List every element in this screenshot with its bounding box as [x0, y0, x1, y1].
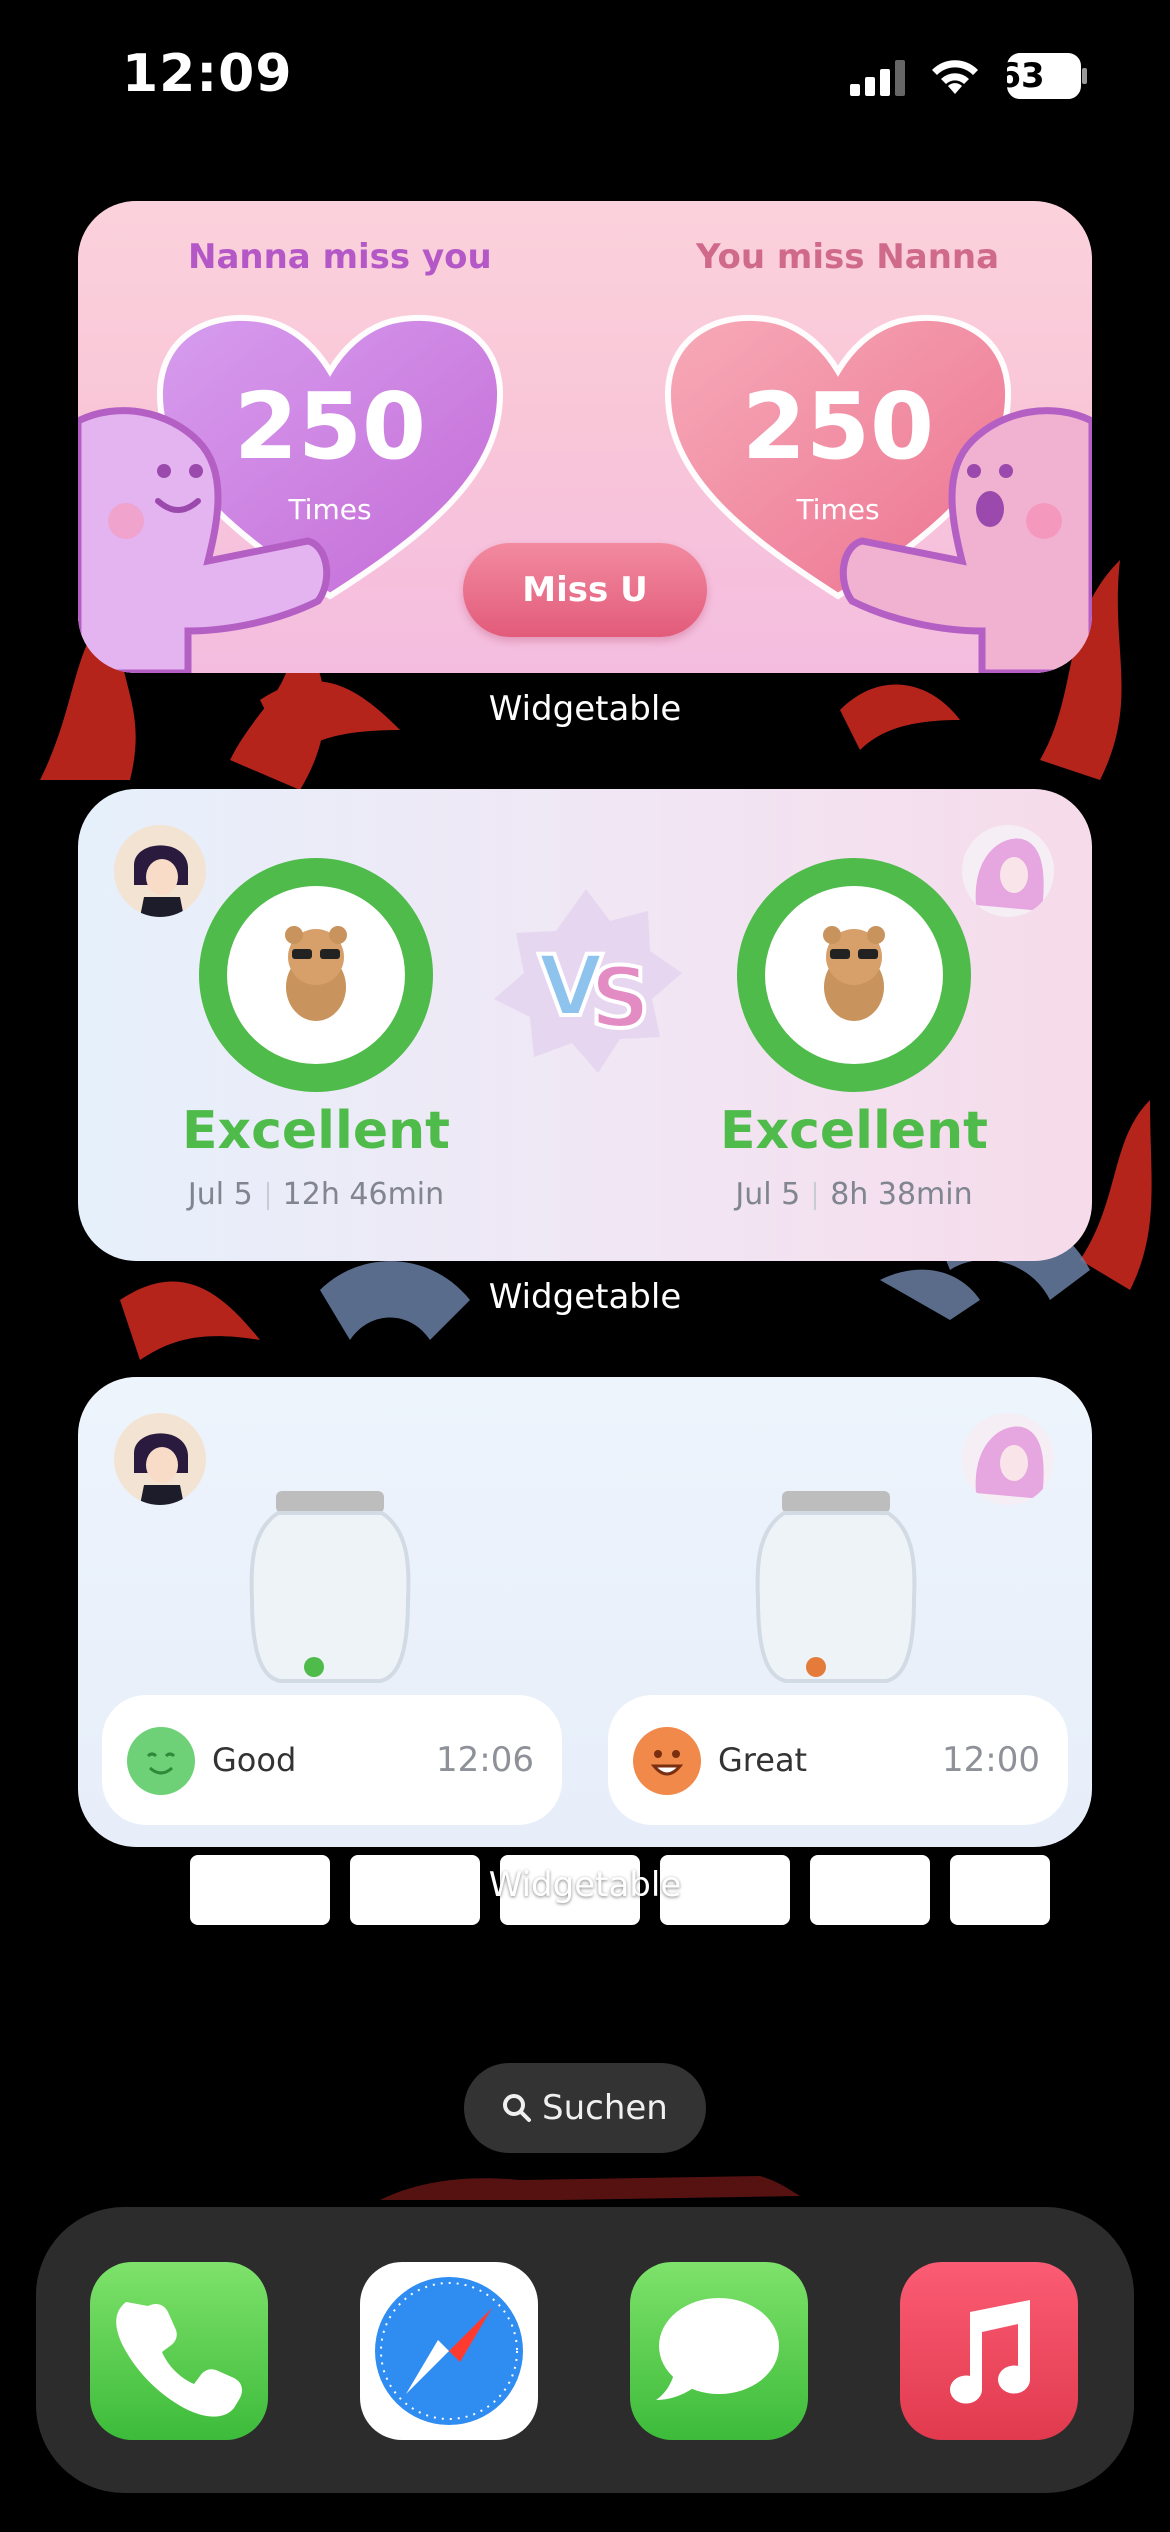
left-date: Jul 5 — [187, 1177, 253, 1212]
music-note-icon — [950, 2300, 1030, 2404]
left-unit: Times — [288, 493, 372, 526]
vs-s: S — [590, 949, 651, 1047]
left-duration: 12h 46min — [282, 1177, 445, 1212]
avatar-right[interactable] — [962, 1413, 1054, 1505]
divider — [266, 1181, 269, 1210]
sleep-ring-right — [737, 858, 971, 1092]
vs-badge: V S — [494, 889, 682, 1073]
left-count: 250 — [233, 373, 427, 480]
phone-icon — [116, 2302, 242, 2417]
left-sleep-meta: Jul 5 12h 46min — [146, 1177, 486, 1212]
dock-app-messages[interactable] — [630, 2262, 808, 2440]
left-title: Nanna miss you — [188, 237, 492, 277]
status-bar: 12:09 63 — [0, 0, 1170, 150]
cellular-signal-icon — [850, 60, 905, 96]
jar-left — [249, 1491, 411, 1683]
smile-emoji-icon — [127, 1727, 195, 1795]
dock-app-phone[interactable] — [90, 2262, 268, 2440]
avatar-left[interactable] — [114, 1413, 206, 1505]
dock — [36, 2207, 1134, 2493]
widget-app-label: Widgetable — [488, 1865, 682, 1905]
miss-you-widget[interactable]: Nanna miss you You miss Nanna 250 Times … — [78, 201, 1092, 673]
search-label: Suchen — [542, 2088, 668, 2128]
right-rating: Excellent — [720, 1101, 988, 1161]
mood-card-right[interactable]: Great 12:00 — [608, 1695, 1068, 1825]
status-icons: 63 — [850, 52, 1090, 102]
mood-label-left: Good — [212, 1741, 297, 1779]
bear-icon — [285, 926, 347, 1021]
mood-ball-left — [304, 1657, 324, 1677]
grin-emoji-icon — [633, 1727, 701, 1795]
divider — [814, 1181, 817, 1210]
avatar-left[interactable] — [114, 825, 206, 917]
right-count: 250 — [741, 373, 935, 480]
search-icon — [503, 2094, 531, 2122]
sleep-compare-widget[interactable]: V S Excellent Jul 5 12h 46min Excellent J… — [78, 789, 1092, 1261]
bear-icon — [823, 926, 885, 1021]
right-title: You miss Nanna — [696, 237, 1000, 277]
right-sleep-meta: Jul 5 8h 38min — [684, 1177, 1024, 1212]
spotlight-search-button[interactable]: Suchen — [464, 2063, 706, 2153]
dock-app-safari[interactable] — [360, 2262, 538, 2440]
message-bubble-icon — [656, 2298, 779, 2400]
mood-time-left: 12:06 — [436, 1740, 534, 1780]
safari-compass-icon — [375, 2277, 523, 2425]
mood-label-right: Great — [718, 1741, 808, 1779]
avatar-right[interactable] — [962, 825, 1054, 917]
mood-card-left[interactable]: Good 12:06 — [102, 1695, 562, 1825]
left-rating: Excellent — [182, 1101, 450, 1161]
wifi-icon — [932, 60, 978, 94]
sleep-ring-left — [199, 858, 433, 1092]
right-unit: Times — [796, 493, 880, 526]
jar-right — [755, 1491, 917, 1683]
mood-time-right: 12:00 — [942, 1740, 1040, 1780]
dock-app-music[interactable] — [900, 2262, 1078, 2440]
clock: 12:09 — [122, 44, 293, 104]
battery-level: 63 — [997, 56, 1045, 96]
right-date: Jul 5 — [735, 1177, 801, 1212]
mood-jar-widget[interactable]: Good 12:06 Great 12:00 — [78, 1377, 1092, 1847]
mood-ball-right — [806, 1657, 826, 1677]
widget-app-label: Widgetable — [488, 689, 682, 729]
right-duration: 8h 38min — [830, 1177, 973, 1212]
widget-app-label: Widgetable — [488, 1277, 682, 1317]
miss-u-button[interactable]: Miss U — [463, 543, 707, 637]
